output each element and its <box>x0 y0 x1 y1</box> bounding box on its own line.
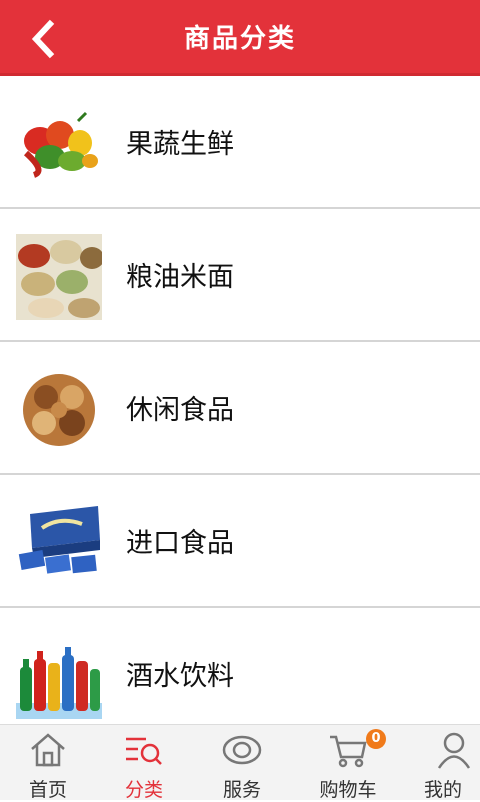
bottom-tab-bar: 首页 分类 服务 0 购物车 我的 <box>0 724 480 801</box>
nuts-image <box>23 374 95 446</box>
grain-sacks-image <box>16 234 102 320</box>
cart-count-badge: 0 <box>366 729 386 749</box>
tab-label: 首页 <box>28 779 67 801</box>
category-label: 粮油米面 <box>126 262 234 293</box>
tab-home[interactable]: 首页 <box>0 725 96 801</box>
tab-mine[interactable]: 我的 <box>404 725 480 801</box>
tab-cart[interactable]: 0 购物车 <box>292 725 404 801</box>
page-title: 商品分类 <box>183 24 296 54</box>
category-list: 果蔬生鲜 粮油米面 休闲食品 进口食品 酒水饮料 <box>0 76 480 741</box>
eye-service-icon <box>222 735 262 765</box>
drinks-bottles-image <box>16 647 102 719</box>
tab-label: 服务 <box>222 779 261 801</box>
tab-label: 我的 <box>424 779 463 801</box>
category-search-icon <box>126 737 162 765</box>
category-item-grain-oil[interactable]: 粮油米面 <box>0 209 480 342</box>
category-item-fruits-vegetables[interactable]: 果蔬生鲜 <box>0 76 480 209</box>
category-label: 休闲食品 <box>126 395 234 426</box>
user-icon <box>437 732 471 769</box>
tab-service[interactable]: 服务 <box>192 725 292 801</box>
tab-category[interactable]: 分类 <box>96 725 192 801</box>
vegetables-image <box>23 111 98 178</box>
cart-icon <box>330 735 367 768</box>
tab-label: 购物车 <box>319 779 377 801</box>
top-bar: 商品分类 <box>0 0 480 76</box>
home-icon <box>31 733 65 767</box>
category-item-drinks[interactable]: 酒水饮料 <box>0 608 480 741</box>
category-item-snacks[interactable]: 休闲食品 <box>0 342 480 475</box>
category-label: 酒水饮料 <box>126 661 234 692</box>
snack-box-image <box>18 506 100 574</box>
tab-label: 分类 <box>124 779 163 801</box>
category-label: 果蔬生鲜 <box>126 129 234 160</box>
category-item-imported-food[interactable]: 进口食品 <box>0 475 480 608</box>
category-label: 进口食品 <box>126 528 234 559</box>
